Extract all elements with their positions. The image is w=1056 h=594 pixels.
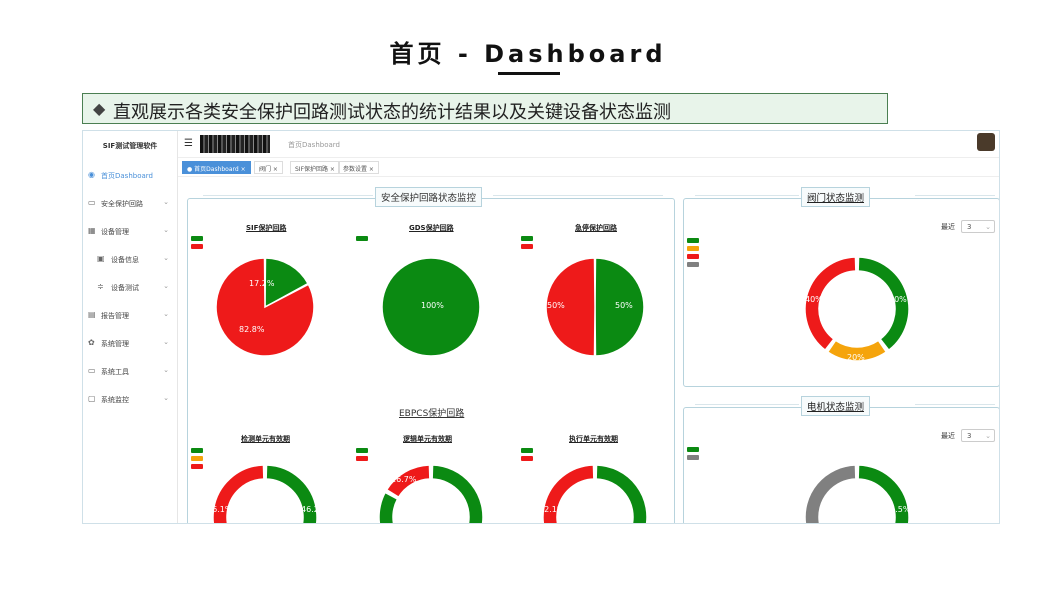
chart-title: 检测单元有效期 [241,435,290,443]
slice-label: 16.7% [391,475,417,484]
subtitle-text: 直观展示各类安全保护回路测试状态的统计结果以及关键设备状态监测 [113,102,671,123]
legend-swatch[interactable] [191,236,203,241]
pie-slice[interactable] [857,464,910,524]
chart-title: 逻辑单元有效期 [403,435,452,443]
chart-title: GDS保护回路 [409,224,454,232]
legend-swatch[interactable] [687,254,699,259]
legend-swatch[interactable] [356,448,368,453]
slice-label: 46.1% [207,505,233,514]
chart-title: 执行单元有效期 [569,435,618,443]
pie-slice[interactable] [542,464,595,524]
legend-swatch[interactable] [687,447,699,452]
legend-swatch[interactable] [521,456,533,461]
chart-title: SIF保护回路 [246,224,287,232]
legend-swatch[interactable] [521,244,533,249]
slice-label: 40% [889,295,907,304]
slide-title: 首页 - Dashboard [389,40,667,68]
slice-label: 50% [547,301,565,310]
slice-label: 50% [615,301,633,310]
slice-label: 46.2% [301,505,327,514]
slice-label: 45.5% [885,505,911,514]
title-underline [498,72,560,75]
legend-swatch[interactable] [191,448,203,453]
subtitle-banner: ◆ 直观展示各类安全保护回路测试状态的统计结果以及关键设备状态监测 [82,93,888,124]
legend-swatch[interactable] [356,456,368,461]
slice-label: 82.8% [239,325,265,334]
legend-swatch[interactable] [356,236,368,241]
slice-label: 17.2% [249,279,275,288]
app-screenshot: SIF测试管理软件 ◉ 首页Dashboard ▭ 安全保护回路 ⌄ ▦ 设备管理 ⌄ ▣ 设备信… [82,130,1000,524]
legend-swatch[interactable] [687,238,699,243]
slice-label: 20% [847,353,865,362]
diamond-bullet-icon: ◆ [93,99,106,118]
legend-swatch[interactable] [191,464,203,469]
pie-slice[interactable] [265,464,318,524]
slice-label: 100% [421,301,444,310]
legend-swatch[interactable] [687,455,699,460]
slice-label: 40% [805,295,823,304]
chart-title: 急停保护回路 [575,224,617,232]
legend-swatch[interactable] [191,456,203,461]
slice-label: 42.1% [539,505,565,514]
legend-swatch[interactable] [687,246,699,251]
legend-swatch[interactable] [521,236,533,241]
charts-svg [212,256,910,524]
legend-swatch[interactable] [687,262,699,267]
legend-swatch[interactable] [521,448,533,453]
legend-swatch[interactable] [191,244,203,249]
pie-slice[interactable] [212,464,265,524]
